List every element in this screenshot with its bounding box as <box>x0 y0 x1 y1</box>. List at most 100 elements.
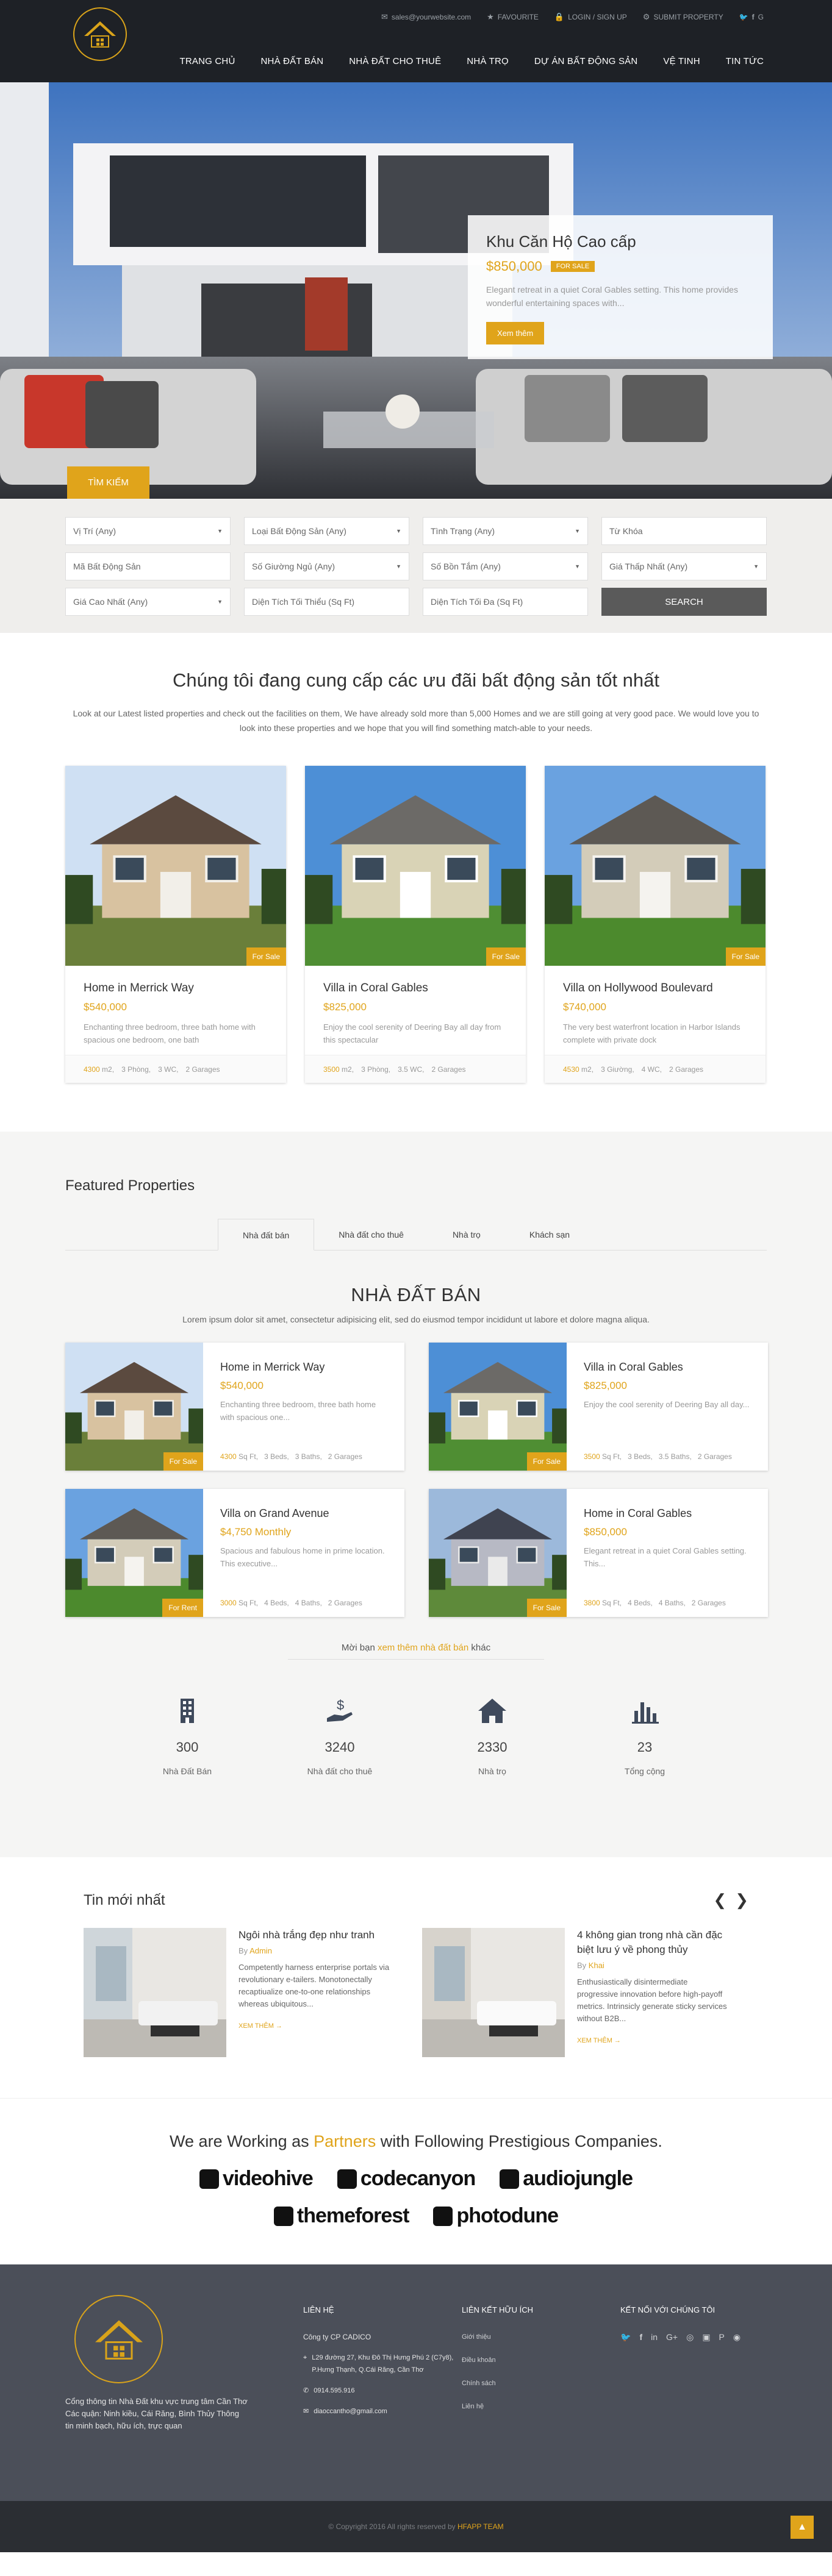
featured-property-card[interactable]: For Rent Villa on Grand Avenue $4,750 Mo… <box>65 1489 404 1617</box>
twitter-icon[interactable]: 🐦 <box>620 2331 631 2343</box>
search-field[interactable]: Số Giường Ngủ (Any) ▼ <box>244 552 409 580</box>
search-field[interactable]: Loại Bất Động Sản (Any) ▼ <box>244 517 409 545</box>
footer-link-about[interactable]: Giới thiệu <box>462 2331 620 2343</box>
google-icon[interactable]: G <box>758 13 764 21</box>
read-more-link[interactable]: XEM THÊM → <box>577 2037 730 2044</box>
partner-logo[interactable]: photodune <box>433 2204 559 2228</box>
nav-rent[interactable]: NHÀ ĐẤT CHO THUÊ <box>349 56 441 66</box>
search-field[interactable]: Tình Trạng (Any) ▼ <box>423 517 588 545</box>
property-image[interactable]: For Sale <box>429 1343 567 1471</box>
search-field[interactable]: Vị Trí (Any) ▼ <box>65 517 231 545</box>
partner-logo[interactable]: codecanyon <box>337 2167 476 2191</box>
featured-property-card[interactable]: For Sale Villa in Coral Gables $825,000 … <box>429 1343 768 1471</box>
property-image[interactable]: For Sale <box>429 1489 567 1617</box>
property-desc: Enjoy the cool serenity of Deering Bay a… <box>584 1400 750 1409</box>
search-field[interactable]: Mã Bất Động Sản <box>65 552 231 580</box>
search-field[interactable]: Từ Khóa <box>601 517 767 545</box>
nav-news[interactable]: TIN TỨC <box>726 56 764 66</box>
property-image[interactable]: For Sale <box>545 766 766 966</box>
property-image[interactable]: For Sale <box>305 766 526 966</box>
tab-hotel[interactable]: Khách sạn <box>505 1219 594 1250</box>
money-hand-icon: $ <box>327 1697 353 1722</box>
search-field[interactable]: Diện Tích Tối Đa (Sq Ft) <box>423 588 588 616</box>
email-link[interactable]: ✉ sales@yourwebsite.com <box>381 12 471 22</box>
tab-sale[interactable]: Nhà đất bán <box>218 1219 315 1251</box>
read-more-link[interactable]: XEM THÊM → <box>238 2022 392 2030</box>
property-image[interactable]: For Sale <box>65 1343 203 1471</box>
footer-link-policy[interactable]: Chính sách <box>462 2377 620 2389</box>
login-link[interactable]: 🔒 LOGIN / SIGN UP <box>554 12 627 22</box>
property-title[interactable]: Home in Merrick Way <box>220 1361 387 1374</box>
news-title[interactable]: 4 không gian trong nhà cần đặc biệt lưu … <box>577 1928 730 1957</box>
nav-home[interactable]: TRANG CHỦ <box>180 56 235 66</box>
tab-rooms[interactable]: Nhà trọ <box>428 1219 505 1250</box>
footer-link-terms[interactable]: Điều khoản <box>462 2354 620 2366</box>
property-card[interactable]: For Sale Villa on Hollywood Boulevard $7… <box>545 766 766 1083</box>
property-title[interactable]: Home in Coral Gables <box>584 1507 751 1520</box>
property-image[interactable]: For Rent <box>65 1489 203 1617</box>
favourites-link[interactable]: ★ FAVOURITE <box>487 12 539 22</box>
status-badge: For Rent <box>162 1599 203 1617</box>
news-image[interactable] <box>422 1928 565 2057</box>
twitter-icon[interactable]: 🐦 <box>739 13 748 21</box>
next-arrow-icon[interactable]: ❯ <box>735 1891 748 1910</box>
linkedin-icon[interactable]: in <box>651 2331 658 2343</box>
property-card[interactable]: For Sale Home in Merrick Way $540,000 En… <box>65 766 286 1083</box>
property-title[interactable]: Villa on Grand Avenue <box>220 1507 387 1520</box>
nav-rooms[interactable]: NHÀ TRỌ <box>467 56 509 66</box>
footer-logo[interactable] <box>74 2295 163 2383</box>
property-title[interactable]: Villa in Coral Gables <box>584 1361 751 1374</box>
news-title[interactable]: Ngôi nhà trắng đẹp như tranh <box>238 1928 392 1943</box>
footer-link-contact[interactable]: Liên hệ <box>462 2400 620 2413</box>
submit-property-link[interactable]: ⚙ SUBMIT PROPERTY <box>643 12 723 22</box>
featured-tabs: Nhà đất bán Nhà đất cho thuê Nhà trọ Khá… <box>65 1219 767 1251</box>
partner-logo[interactable]: audiojungle <box>500 2167 633 2191</box>
property-desc: Enjoy the cool serenity of Deering Bay a… <box>323 1022 501 1044</box>
nav-sale[interactable]: NHÀ ĐẤT BÁN <box>261 56 324 66</box>
property-card[interactable]: For Sale Villa in Coral Gables $825,000 … <box>305 766 526 1083</box>
partner-logo[interactable]: videohive <box>199 2167 314 2191</box>
partner-logo[interactable]: themeforest <box>273 2204 409 2228</box>
property-title[interactable]: Villa in Coral Gables <box>323 982 507 995</box>
search-field[interactable]: Giá Thấp Nhất (Any) ▼ <box>601 552 767 580</box>
house-photo <box>65 1343 203 1471</box>
prev-arrow-icon[interactable]: ❮ <box>713 1891 726 1910</box>
section-title: NHÀ ĐẤT BÁN <box>351 1284 481 1305</box>
chevron-down-icon: ▼ <box>396 528 401 534</box>
search-button[interactable]: SEARCH <box>601 588 767 616</box>
property-title[interactable]: Villa on Hollywood Boulevard <box>563 982 747 995</box>
search-field[interactable]: Giá Cao Nhất (Any) ▼ <box>65 588 231 616</box>
news-item[interactable]: Ngôi nhà trắng đẹp như tranh By Admin Co… <box>84 1928 392 2057</box>
nav-satellite[interactable]: VỆ TINH <box>663 56 700 66</box>
house-photo <box>65 766 286 966</box>
back-to-top-button[interactable]: ▲ <box>791 2516 814 2539</box>
nav-projects[interactable]: DỰ ÁN BẤT ĐỘNG SẢN <box>534 56 638 66</box>
featured-property-card[interactable]: For Sale Home in Merrick Way $540,000 En… <box>65 1343 404 1471</box>
facebook-icon[interactable]: f <box>639 2331 642 2343</box>
footer-email[interactable]: diaoccantho@gmail.com <box>314 2405 387 2417</box>
featured-property-card[interactable]: For Sale Home in Coral Gables $850,000 E… <box>429 1489 768 1617</box>
news-item[interactable]: 4 không gian trong nhà cần đặc biệt lưu … <box>422 1928 730 2057</box>
hero-title: Khu Căn Hộ Cao cấp <box>486 232 636 251</box>
news-image[interactable] <box>84 1928 226 2057</box>
instagram-icon[interactable]: ◎ <box>686 2331 694 2343</box>
search-tab[interactable]: TÌM KIẾM <box>67 466 149 499</box>
stat-item: 2330 Nhà trọ <box>431 1696 553 1776</box>
property-desc: Spacious and fabulous home in prime loca… <box>220 1546 385 1568</box>
featured-heading: Featured Properties <box>65 1177 195 1194</box>
tab-rent[interactable]: Nhà đất cho thuê <box>314 1219 428 1250</box>
property-title[interactable]: Home in Merrick Way <box>84 982 268 995</box>
site-logo[interactable] <box>73 7 127 61</box>
pinterest-icon[interactable]: P <box>719 2331 725 2343</box>
rss-icon[interactable]: ◉ <box>733 2331 741 2343</box>
hero-more-button[interactable]: Xem thêm <box>486 322 545 344</box>
facebook-icon[interactable]: f <box>752 13 755 21</box>
flickr-icon[interactable]: ▣ <box>702 2331 710 2343</box>
search-field[interactable]: Số Bồn Tắm (Any) ▼ <box>423 552 588 580</box>
property-image[interactable]: For Sale <box>65 766 286 966</box>
partners-title: We are Working as Partners with Followin… <box>170 2132 662 2150</box>
house-logo-icon <box>95 2320 143 2360</box>
more-sale-link[interactable]: xem thêm nhà đất bán <box>378 1643 468 1653</box>
google-plus-icon[interactable]: G+ <box>666 2331 678 2343</box>
search-field[interactable]: Diện Tích Tối Thiểu (Sq Ft) <box>244 588 409 616</box>
